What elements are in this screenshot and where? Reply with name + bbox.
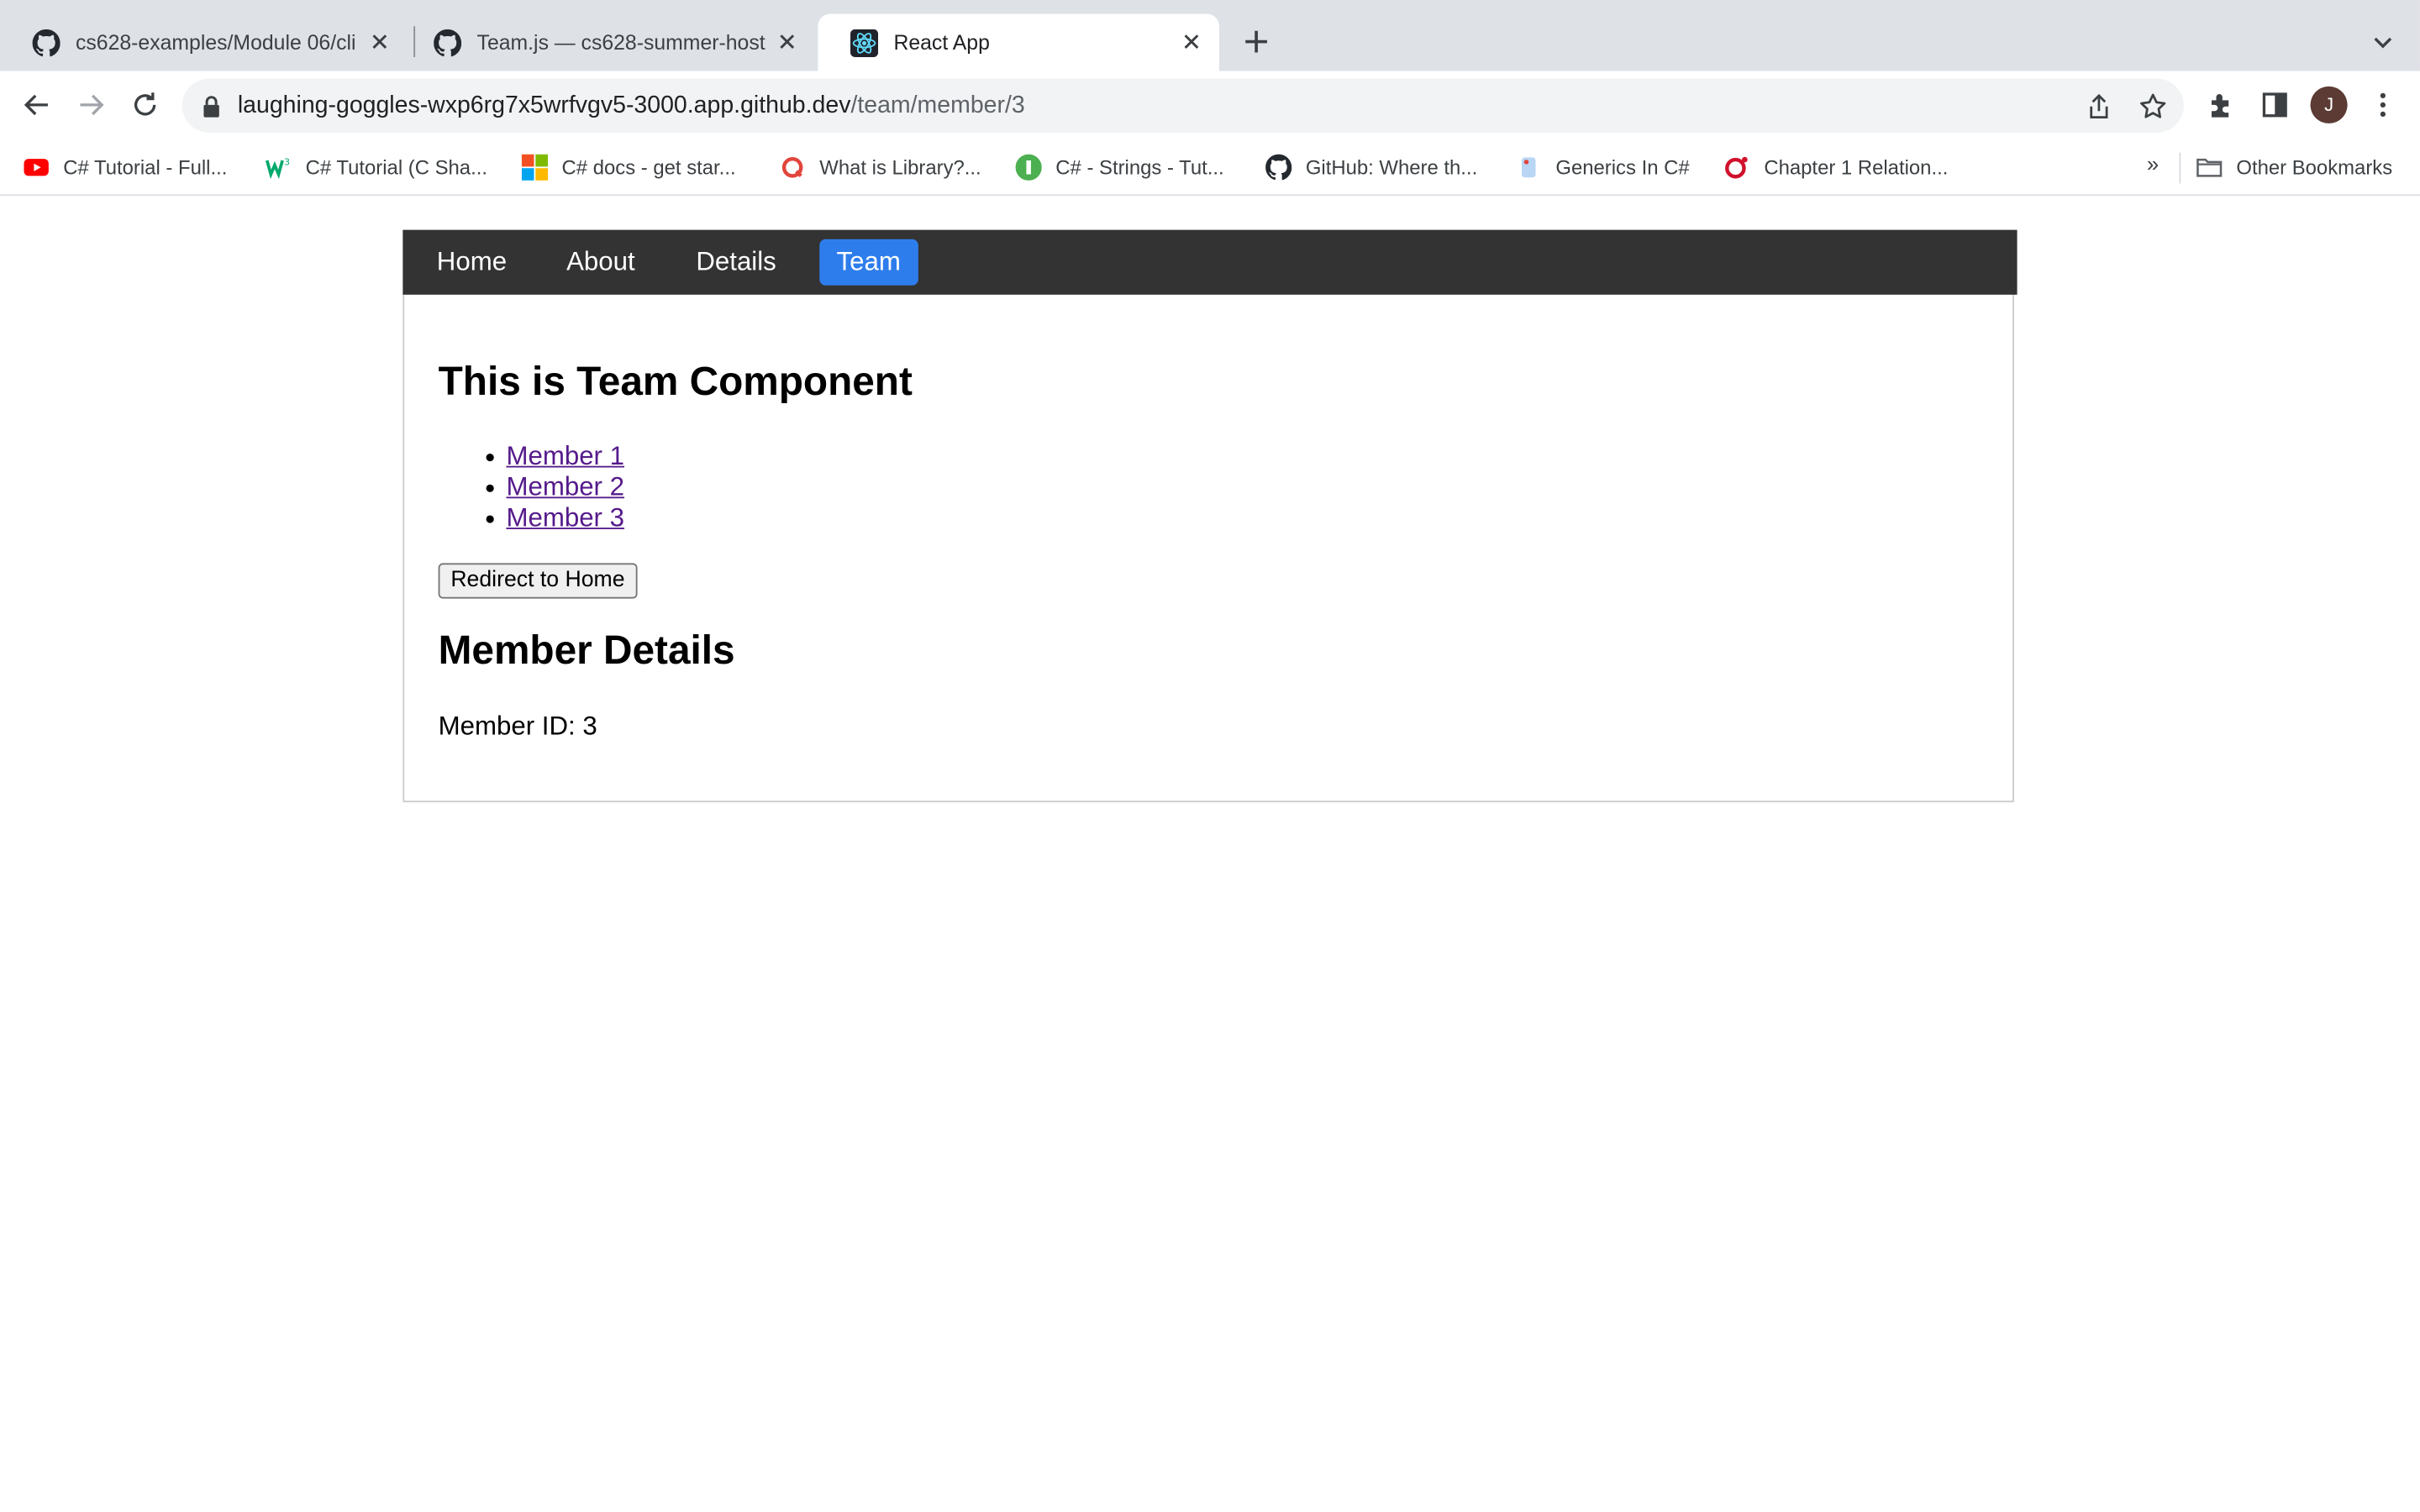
back-arrow-icon[interactable] xyxy=(20,88,54,122)
list-item: Member 1 xyxy=(486,441,624,472)
nav-link-team[interactable]: Team xyxy=(819,239,918,286)
bookmark-item[interactable]: What is Library?... xyxy=(780,153,981,181)
url-path: /team/member/3 xyxy=(850,92,1025,119)
avatar[interactable]: J xyxy=(2310,86,2348,123)
react-icon xyxy=(850,28,879,57)
generic-site-icon xyxy=(1521,156,1536,177)
opera-icon xyxy=(1725,155,1748,178)
other-bookmarks[interactable]: Other Bookmarks xyxy=(2196,153,2393,181)
bookmark-item[interactable]: C# docs - get star... xyxy=(521,153,736,181)
bookmark-item[interactable]: GitHub: Where th... xyxy=(1265,153,1477,181)
new-tab-plus-icon[interactable] xyxy=(1241,26,1272,57)
close-icon[interactable] xyxy=(775,29,799,54)
bookmark-label: What is Library?... xyxy=(819,155,981,179)
member-id-text: Member ID: 3 xyxy=(438,711,597,741)
generic-site-icon xyxy=(781,156,803,177)
member-list: Member 1 Member 2 Member 3 xyxy=(486,441,624,534)
w3schools-icon: 3 xyxy=(265,156,290,179)
member-link-3[interactable]: Member 3 xyxy=(506,503,624,533)
tab-strip: cs628-examples/Module 06/cli Team.js — c… xyxy=(0,0,2420,71)
url-host: laughing-goggles-wxp6rg7x5wrfvgv5-3000.a… xyxy=(237,92,851,119)
microsoft-icon xyxy=(521,153,549,180)
github-icon xyxy=(434,28,462,56)
browser-toolbar: laughing-goggles-wxp6rg7x5wrfvgv5-3000.a… xyxy=(0,71,2420,141)
bullet-dot xyxy=(486,484,494,492)
bookmarks-divider xyxy=(2179,152,2181,184)
app-container: Home About Details Team This is Team Com… xyxy=(402,229,2018,803)
side-panel-icon[interactable] xyxy=(2258,88,2291,122)
page-viewport: Home About Details Team This is Team Com… xyxy=(0,196,2420,1512)
bookmarks-bar: C# Tutorial - Full... 3 C# Tutorial (C S… xyxy=(0,140,2420,197)
tab-cs628-examples[interactable]: cs628-examples/Module 06/cli xyxy=(0,14,408,71)
bookmark-item[interactable]: Generics In C# xyxy=(1516,153,1690,181)
forward-arrow-icon[interactable] xyxy=(74,88,108,122)
redirect-to-home-button[interactable]: Redirect to Home xyxy=(438,563,638,599)
tab-react-app[interactable]: React App xyxy=(818,13,1219,71)
browser-window: cs628-examples/Module 06/cli Team.js — c… xyxy=(0,0,2420,1512)
bookmark-label: C# Tutorial - Full... xyxy=(63,155,228,179)
folder-icon xyxy=(2196,157,2223,176)
bookmark-item[interactable]: C# - Strings - Tut... xyxy=(1015,153,1224,181)
tutorialspoint-icon xyxy=(1015,153,1042,180)
more-menu-icon[interactable] xyxy=(2366,88,2400,122)
bookmark-item[interactable]: Chapter 1 Relation... xyxy=(1724,153,1949,181)
github-icon xyxy=(32,28,60,56)
page-title: This is Team Component xyxy=(438,358,913,405)
nav-link-home[interactable]: Home xyxy=(420,239,524,286)
close-icon[interactable] xyxy=(1179,29,1203,54)
bookmark-label: C# - Strings - Tut... xyxy=(1055,155,1224,179)
svg-text:3: 3 xyxy=(284,156,290,167)
nav-link-about[interactable]: About xyxy=(550,239,652,286)
member-details-heading: Member Details xyxy=(438,626,735,673)
bookmark-item[interactable]: 3 C# Tutorial (C Sha... xyxy=(265,153,487,181)
list-item: Member 2 xyxy=(486,472,624,503)
bookmark-label: Generics In C# xyxy=(1555,155,1690,179)
member-link-1[interactable]: Member 1 xyxy=(506,441,624,470)
bookmark-item[interactable]: C# Tutorial - Full... xyxy=(24,153,228,181)
bookmark-label: C# Tutorial (C Sha... xyxy=(305,155,487,179)
bookmarks-overflow-chevron[interactable]: » xyxy=(2147,151,2159,176)
github-icon xyxy=(1265,153,1292,180)
reload-icon[interactable] xyxy=(128,88,161,122)
close-icon[interactable] xyxy=(367,29,392,54)
bullet-dot xyxy=(486,515,494,523)
tab-title: Team.js — cs628-summer-host xyxy=(476,30,765,55)
url-text[interactable]: laughing-goggles-wxp6rg7x5wrfvgv5-3000.a… xyxy=(238,92,1025,120)
navbar: Home About Details Team xyxy=(402,229,2018,295)
bookmark-label: Chapter 1 Relation... xyxy=(1764,155,1949,179)
youtube-icon xyxy=(24,158,49,176)
tab-title: React App xyxy=(893,30,990,55)
lock-icon[interactable] xyxy=(201,94,223,118)
chevron-down-icon[interactable] xyxy=(2369,28,2396,55)
tab-team-js[interactable]: Team.js — cs628-summer-host xyxy=(402,14,815,71)
member-link-2[interactable]: Member 2 xyxy=(506,472,624,501)
tab-title: cs628-examples/Module 06/cli xyxy=(75,30,356,55)
bookmark-label: GitHub: Where th... xyxy=(1305,155,1478,179)
nav-link-details[interactable]: Details xyxy=(679,239,793,286)
share-icon[interactable] xyxy=(2084,91,2115,122)
bookmark-star-icon[interactable] xyxy=(2138,91,2169,122)
extensions-puzzle-icon[interactable] xyxy=(2204,88,2238,122)
bookmark-label: C# docs - get star... xyxy=(561,155,736,179)
bookmark-label: Other Bookmarks xyxy=(2236,155,2393,179)
address-bar[interactable]: laughing-goggles-wxp6rg7x5wrfvgv5-3000.a… xyxy=(182,78,2184,133)
list-item: Member 3 xyxy=(486,503,624,534)
bullet-dot xyxy=(486,453,494,462)
